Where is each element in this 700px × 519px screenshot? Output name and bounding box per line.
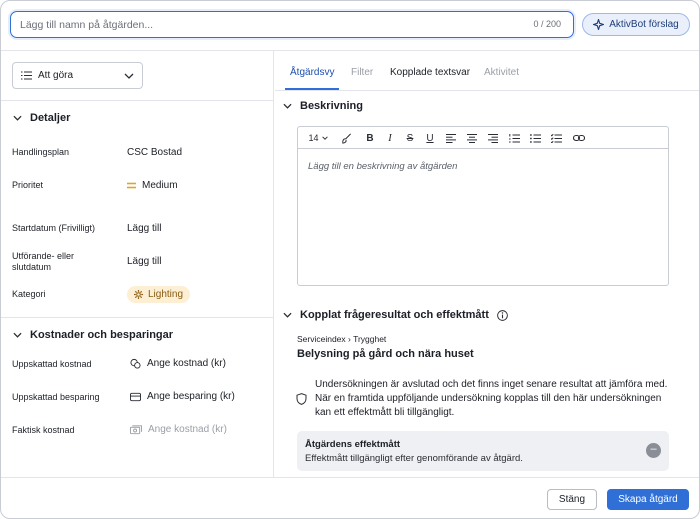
chevron-down-icon — [283, 103, 292, 109]
gear-icon — [134, 290, 143, 299]
status-selected-value: Att göra — [38, 70, 74, 81]
align-left-icon[interactable] — [443, 130, 459, 146]
linked-breadcrumb: Serviceindex › Trygghet — [297, 334, 387, 344]
startdatum-label: Startdatum (Frivilligt) — [12, 223, 96, 233]
priority-medium-icon — [127, 182, 136, 189]
linked-title: Kopplat fråg­eresultat och effektmått — [300, 309, 489, 321]
checklist-icon[interactable] — [548, 130, 564, 146]
kategori-value: Lighting — [148, 289, 184, 300]
action-dialog: 0 / 200 AktivBot förslag Att göra Detalj… — [0, 0, 700, 519]
bullet-list-icon[interactable] — [527, 130, 543, 146]
details-section-toggle[interactable]: Detaljer — [13, 112, 70, 124]
uppskattad-kostnad-label: Uppskattad kostnad — [12, 359, 92, 369]
chevron-down-icon — [13, 115, 22, 121]
uppskattad-besparing-label: Uppskattad besparing — [12, 392, 100, 402]
strikethrough-icon[interactable]: S — [402, 130, 418, 146]
tab-kopplade-textsvar[interactable]: Kopplade textsvar — [390, 67, 470, 78]
details-title: Detaljer — [30, 112, 71, 124]
bold-icon[interactable]: B — [362, 130, 378, 146]
effect-title: Åtgärdens effektmått — [305, 439, 401, 450]
faktisk-kostnad-label: Faktisk kostnad — [12, 425, 75, 435]
costs-section-toggle[interactable]: Kostnader och besparingar — [13, 329, 173, 341]
tab-bar: Åtgärdsvy Filter Kopplade textsvar Aktiv… — [275, 51, 699, 91]
description-placeholder[interactable]: Lägg till en beskrivning av åtgärden — [308, 161, 457, 172]
handlingsplan-value[interactable]: CSC Bostad — [127, 147, 182, 158]
startdatum-add-link[interactable]: Lägg till — [127, 223, 161, 234]
dialog-footer: Stäng Skapa åtgärd — [1, 477, 699, 518]
aktivbot-suggestions-button[interactable]: AktivBot förslag — [582, 13, 690, 36]
editor-toolbar: 14 B I S U — [298, 127, 668, 149]
prioritet-value: Medium — [142, 180, 178, 191]
money-icon — [130, 424, 142, 435]
italic-icon[interactable]: I — [382, 130, 398, 146]
close-button[interactable]: Stäng — [547, 489, 597, 510]
status-dropdown[interactable]: Att göra — [12, 62, 143, 89]
ordered-list-icon[interactable] — [506, 130, 522, 146]
align-center-icon[interactable] — [464, 130, 480, 146]
effect-text: Effektmått tillgängligt efter genomföran… — [305, 453, 523, 464]
description-section-toggle[interactable]: Beskrivning — [283, 100, 363, 112]
description-title: Beskrivning — [300, 100, 363, 112]
align-right-icon[interactable] — [485, 130, 501, 146]
char-counter: 0 / 200 — [533, 19, 561, 29]
underline-icon[interactable]: U — [422, 130, 438, 146]
dialog-header: 0 / 200 AktivBot förslag — [1, 1, 699, 51]
divider — [1, 317, 274, 318]
details-panel: Att göra Detaljer Handlingsplan CSC Bost… — [1, 51, 274, 477]
shield-icon — [296, 393, 307, 405]
main-panel: Åtgärdsvy Filter Kopplade textsvar Aktiv… — [275, 51, 699, 477]
list-icon — [21, 71, 32, 80]
tab-filter[interactable]: Filter — [351, 67, 373, 78]
effect-status-dot: – — [646, 443, 661, 458]
link-icon[interactable] — [571, 130, 587, 146]
chevron-down-icon — [13, 332, 22, 338]
uppskattad-besparing-input: Ange besparing (kr) — [147, 391, 235, 402]
linked-section-toggle[interactable]: Kopplat fråg­eresultat och effektmått — [283, 309, 508, 321]
kategori-badge[interactable]: Lighting — [127, 286, 191, 303]
slutdatum-add-link[interactable]: Lägg till — [127, 256, 161, 267]
sparkle-icon — [593, 19, 605, 30]
faktisk-kostnad-field[interactable]: Ange kostnad (kr) — [130, 424, 227, 435]
wallet-icon — [130, 392, 141, 402]
prioritet-label: Prioritet — [12, 180, 44, 190]
uppskattad-kostnad-input: Ange kostnad (kr) — [147, 358, 226, 369]
create-action-button[interactable]: Skapa åtgärd — [607, 489, 689, 510]
font-size-select[interactable]: 14 — [304, 130, 332, 146]
kategori-label: Kategori — [12, 289, 46, 299]
font-size-value: 14 — [308, 133, 319, 143]
coins-icon — [130, 358, 141, 369]
brush-icon[interactable] — [338, 130, 354, 146]
action-name-input[interactable] — [20, 16, 500, 33]
uppskattad-besparing-field[interactable]: Ange besparing (kr) — [130, 391, 235, 402]
chevron-down-icon — [124, 73, 134, 79]
chevron-down-icon — [321, 136, 328, 140]
slutdatum-label: Utförande- eller slutdatum — [12, 251, 75, 272]
linked-info-text: Undersökningen är avslutad och det finns… — [315, 379, 668, 418]
handlingsplan-label: Handlingsplan — [12, 147, 70, 157]
chevron-down-icon — [283, 312, 292, 318]
description-editor: 14 B I S U Lägg till en beskrivning av å… — [297, 126, 669, 286]
aktivbot-label: AktivBot förslag — [609, 19, 679, 30]
divider — [1, 100, 274, 101]
tab-atgardsvy[interactable]: Åtgärdsvy — [284, 67, 340, 90]
action-name-field[interactable]: 0 / 200 — [10, 11, 574, 38]
uppskattad-kostnad-field[interactable]: Ange kostnad (kr) — [130, 358, 226, 369]
tab-aktivitet[interactable]: Aktivitet — [484, 67, 519, 78]
info-icon[interactable] — [497, 309, 508, 321]
costs-title: Kostnader och besparingar — [30, 329, 174, 341]
faktisk-kostnad-input: Ange kostnad (kr) — [148, 424, 227, 435]
effect-measure-box: Åtgärdens effektmått Effektmått tillgäng… — [297, 431, 669, 471]
linked-question-title: Belysning på gård och nära huset — [297, 348, 474, 360]
prioritet-selector[interactable]: Medium — [127, 180, 178, 191]
